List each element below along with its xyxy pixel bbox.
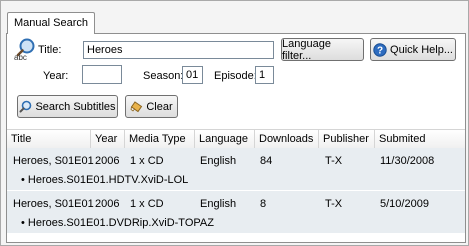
season-input[interactable]: 01 — [182, 66, 203, 84]
help-icon: ? — [373, 42, 387, 57]
release-name: • Heroes.S01E01.HDTV.XviD-LOL — [21, 174, 189, 186]
quick-help-label: Quick Help... — [390, 43, 453, 56]
column-header-media-type[interactable]: Media Type — [125, 130, 195, 148]
column-header-submitted[interactable]: Submited — [375, 130, 465, 148]
table-header: Title Year Media Type Language Downloads… — [7, 129, 465, 149]
cell-language: English — [200, 155, 237, 167]
cell-year: 2006 — [95, 198, 120, 210]
language-filter-label: Language filter... — [282, 37, 331, 62]
table-row[interactable]: Heroes, S01E01 2006 1 x CD English 84 T-… — [7, 148, 465, 190]
episode-label: Episode: — [214, 70, 257, 82]
manual-search-window: Manual Search abc Title: Heroes Language… — [0, 0, 469, 246]
table-row[interactable]: Heroes, S01E01 2006 1 x CD English 8 T-X… — [7, 191, 465, 233]
column-header-year[interactable]: Year — [91, 130, 125, 148]
column-header-title[interactable]: Title — [7, 130, 91, 148]
clear-button[interactable]: Clear — [125, 95, 178, 118]
manual-search-panel: abc Title: Heroes Language filter... ? Q… — [6, 33, 466, 243]
abc-label: abc — [14, 53, 27, 62]
column-header-publisher[interactable]: Publisher — [319, 130, 375, 148]
cell-title: Heroes, S01E01 — [13, 155, 94, 167]
cell-publisher: T-X — [325, 198, 343, 210]
cell-submitted: 5/10/2009 — [380, 198, 429, 210]
cell-submitted: 11/30/2008 — [380, 155, 435, 167]
language-filter-button[interactable]: Language filter... — [281, 37, 364, 62]
cell-year: 2006 — [95, 155, 120, 167]
search-subtitles-button[interactable]: Search Subtitles — [17, 95, 118, 118]
search-subtitles-label: Search Subtitles — [35, 100, 116, 113]
title-label: Title: — [38, 44, 62, 56]
quick-help-button[interactable]: ? Quick Help... — [370, 38, 456, 61]
cell-downloads: 84 — [260, 155, 273, 167]
eraser-icon — [130, 101, 143, 113]
cell-title: Heroes, S01E01 — [13, 198, 94, 210]
column-header-language[interactable]: Language — [195, 130, 255, 148]
episode-input[interactable]: 1 — [255, 66, 274, 84]
cell-media-type: 1 x CD — [130, 155, 164, 167]
release-name: • Heroes.S01E01.DVDRip.XviD-TOPAZ — [21, 217, 214, 229]
title-input[interactable]: Heroes — [83, 41, 274, 59]
magnifier-icon — [19, 100, 32, 113]
season-label: Season: — [143, 70, 184, 82]
clear-label: Clear — [146, 100, 173, 113]
cell-downloads: 8 — [260, 198, 267, 210]
search-abc-icon: abc — [13, 37, 37, 65]
year-input[interactable] — [82, 65, 122, 84]
cell-language: English — [200, 198, 237, 210]
tab-manual-search[interactable]: Manual Search — [7, 12, 95, 34]
cell-media-type: 1 x CD — [130, 198, 164, 210]
year-label: Year: — [43, 70, 69, 82]
column-header-downloads[interactable]: Downloads — [255, 130, 319, 148]
cell-publisher: T-X — [325, 155, 343, 167]
svg-text:?: ? — [377, 45, 383, 56]
